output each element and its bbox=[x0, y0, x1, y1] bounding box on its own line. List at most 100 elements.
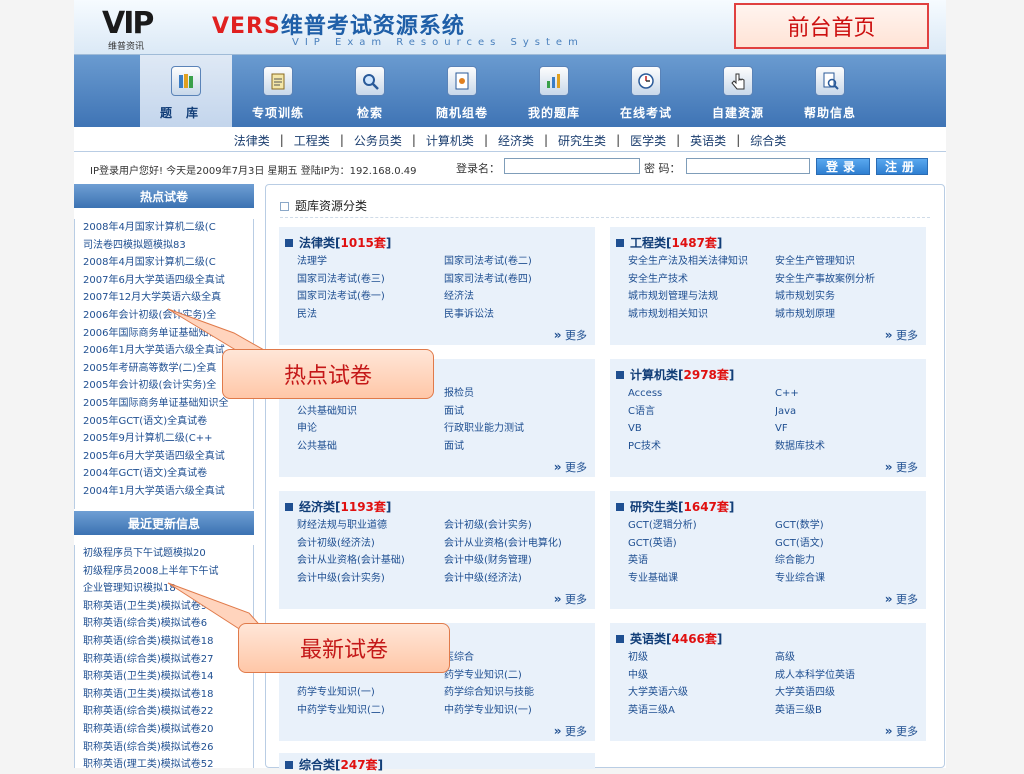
box-item-link[interactable]: Java bbox=[775, 403, 918, 421]
box-item-link[interactable]: 中药学专业知识(二) bbox=[297, 702, 444, 720]
box-item-link[interactable]: 民法 bbox=[297, 306, 444, 324]
list-item[interactable]: 2004年1月大学英语六级全真试 bbox=[75, 483, 253, 501]
box-item-link[interactable]: 法理学 bbox=[297, 253, 444, 271]
list-item[interactable]: 初级程序员下午试题模拟20 bbox=[75, 545, 253, 563]
box-item-link[interactable]: 公共基础知识 bbox=[297, 403, 444, 421]
box-item-link[interactable]: 报检员 bbox=[444, 385, 587, 403]
more-link[interactable]: » 更多 bbox=[885, 723, 918, 739]
box-item-link[interactable]: 申论 bbox=[297, 420, 444, 438]
category-box-title[interactable]: 研究生类[1647套] bbox=[616, 498, 734, 515]
box-item-link[interactable]: 面试 bbox=[444, 403, 587, 421]
box-item-link[interactable]: C++ bbox=[775, 385, 918, 403]
category-link[interactable]: 医学类 bbox=[630, 132, 666, 149]
box-item-link[interactable]: 专业综合课 bbox=[775, 570, 918, 588]
box-item-link[interactable]: 国家司法考试(卷一) bbox=[297, 288, 444, 306]
box-item-link[interactable]: 会计从业资格(会计电算化) bbox=[444, 535, 587, 553]
list-item[interactable]: 职称英语(卫生类)模拟试卷18 bbox=[75, 686, 253, 704]
box-item-link[interactable]: 城市规划相关知识 bbox=[628, 306, 775, 324]
more-link[interactable]: » 更多 bbox=[554, 327, 587, 343]
list-item[interactable]: 职称英语(综合类)模拟试卷26 bbox=[75, 739, 253, 757]
box-item-link[interactable]: 安全生产技术 bbox=[628, 271, 775, 289]
box-item-link[interactable]: Access bbox=[628, 385, 775, 403]
box-item-link[interactable]: 国家司法考试(卷三) bbox=[297, 271, 444, 289]
list-item[interactable]: 职称英语(综合类)模拟试卷22 bbox=[75, 703, 253, 721]
box-item-link[interactable]: 会计初级(会计实务) bbox=[444, 517, 587, 535]
category-link[interactable]: 研究生类 bbox=[558, 132, 606, 149]
box-item-link[interactable]: VF bbox=[775, 420, 918, 438]
box-item-link[interactable]: PC技术 bbox=[628, 438, 775, 456]
box-item-link[interactable]: 城市规划实务 bbox=[775, 288, 918, 306]
box-item-link[interactable]: 城市规划管理与法规 bbox=[628, 288, 775, 306]
box-item-link[interactable]: 数据库技术 bbox=[775, 438, 918, 456]
category-link[interactable]: 法律类 bbox=[234, 132, 270, 149]
more-link[interactable]: » 更多 bbox=[885, 591, 918, 607]
more-link[interactable]: » 更多 bbox=[554, 723, 587, 739]
password-input[interactable] bbox=[686, 158, 810, 174]
list-item[interactable]: 司法卷四模拟题模拟83 bbox=[75, 237, 253, 255]
nav-item-search[interactable]: 检索 bbox=[324, 55, 416, 127]
nav-item-online-exam[interactable]: 在线考试 bbox=[600, 55, 692, 127]
home-page-button[interactable]: 前台首页 bbox=[734, 3, 929, 49]
category-link[interactable]: 工程类 bbox=[294, 132, 330, 149]
list-item[interactable]: 2008年4月国家计算机二级(C bbox=[75, 254, 253, 272]
category-box-title[interactable]: 英语类[4466套] bbox=[616, 630, 722, 647]
list-item[interactable]: 2005年6月大学英语四级全真试 bbox=[75, 448, 253, 466]
list-item[interactable]: 职称英语(综合类)模拟试卷20 bbox=[75, 721, 253, 739]
login-button[interactable]: 登录 bbox=[816, 158, 870, 175]
category-link[interactable]: 计算机类 bbox=[426, 132, 474, 149]
box-item-link[interactable]: 初级 bbox=[628, 649, 775, 667]
list-item[interactable]: 2008年4月国家计算机二级(C bbox=[75, 219, 253, 237]
box-item-link[interactable]: 医综合 bbox=[444, 649, 587, 667]
nav-item-own-resources[interactable]: 自建资源 bbox=[692, 55, 784, 127]
list-item[interactable]: 职称英语(综合类)模拟试卷27 bbox=[75, 651, 253, 669]
list-item[interactable]: 2006年会计初级(会计实务)全 bbox=[75, 307, 253, 325]
box-item-link[interactable]: 大学英语六级 bbox=[628, 684, 775, 702]
box-item-link[interactable]: 英语三级B bbox=[775, 702, 918, 720]
list-item[interactable]: 2005年9月计算机二级(C++ bbox=[75, 430, 253, 448]
box-item-link[interactable]: 大学英语四级 bbox=[775, 684, 918, 702]
box-item-link[interactable]: 英语 bbox=[628, 552, 775, 570]
list-item[interactable]: 2005年GCT(语文)全真试卷 bbox=[75, 413, 253, 431]
more-link[interactable]: » 更多 bbox=[554, 459, 587, 475]
box-item-link[interactable]: 安全生产管理知识 bbox=[775, 253, 918, 271]
category-link[interactable]: 综合类 bbox=[750, 132, 786, 149]
nav-item-help[interactable]: 帮助信息 bbox=[784, 55, 876, 127]
list-item[interactable]: 企业管理知识模拟18 bbox=[75, 580, 253, 598]
more-link[interactable]: » 更多 bbox=[554, 591, 587, 607]
box-item-link[interactable]: 会计中级(财务管理) bbox=[444, 552, 587, 570]
more-link[interactable]: » 更多 bbox=[885, 459, 918, 475]
list-item[interactable]: 初级程序员2008上半年下午试 bbox=[75, 563, 253, 581]
box-item-link[interactable]: 中药学专业知识(一) bbox=[444, 702, 587, 720]
category-box-title[interactable]: 工程类[1487套] bbox=[616, 234, 722, 251]
box-item-link[interactable]: 面试 bbox=[444, 438, 587, 456]
nav-item-question-bank[interactable]: 题库 bbox=[140, 55, 232, 127]
category-box-title[interactable]: 计算机类[2978套] bbox=[616, 366, 734, 383]
category-box-title[interactable]: 经济类[1193套] bbox=[285, 498, 391, 515]
box-item-link[interactable]: 城市规划原理 bbox=[775, 306, 918, 324]
list-item[interactable]: 职称英语(综合类)模拟试卷6 bbox=[75, 615, 253, 633]
nav-item-random-paper[interactable]: 随机组卷 bbox=[416, 55, 508, 127]
category-box-title[interactable]: 综合类[247套] bbox=[285, 756, 383, 773]
box-item-link[interactable]: 成人本科学位英语 bbox=[775, 667, 918, 685]
username-input[interactable] bbox=[504, 158, 640, 174]
list-item[interactable]: 职称英语(卫生类)模拟试卷9 bbox=[75, 598, 253, 616]
box-item-link[interactable]: GCT(数学) bbox=[775, 517, 918, 535]
list-item[interactable]: 2007年12月大学英语六级全真 bbox=[75, 289, 253, 307]
box-item-link[interactable]: 经济法 bbox=[444, 288, 587, 306]
box-item-link[interactable]: 安全生产事故案例分析 bbox=[775, 271, 918, 289]
box-item-link[interactable]: 会计中级(经济法) bbox=[444, 570, 587, 588]
list-item[interactable]: 职称英语(卫生类)模拟试卷14 bbox=[75, 668, 253, 686]
box-item-link[interactable]: 国家司法考试(卷四) bbox=[444, 271, 587, 289]
box-item-link[interactable]: 药学专业知识(二) bbox=[444, 667, 587, 685]
box-item-link[interactable]: 会计初级(经济法) bbox=[297, 535, 444, 553]
list-item[interactable]: 职称英语(综合类)模拟试卷18 bbox=[75, 633, 253, 651]
vip-logo[interactable]: VIP 维普资讯 bbox=[102, 6, 182, 52]
box-item-link[interactable]: 高级 bbox=[775, 649, 918, 667]
category-link[interactable]: 英语类 bbox=[690, 132, 726, 149]
more-link[interactable]: » 更多 bbox=[885, 327, 918, 343]
category-box-title[interactable]: 法律类[1015套] bbox=[285, 234, 391, 251]
box-item-link[interactable]: C语言 bbox=[628, 403, 775, 421]
box-item-link[interactable]: GCT(逻辑分析) bbox=[628, 517, 775, 535]
list-item[interactable]: 2006年国际商务单证基础知识 bbox=[75, 325, 253, 343]
box-item-link[interactable]: 会计中级(会计实务) bbox=[297, 570, 444, 588]
